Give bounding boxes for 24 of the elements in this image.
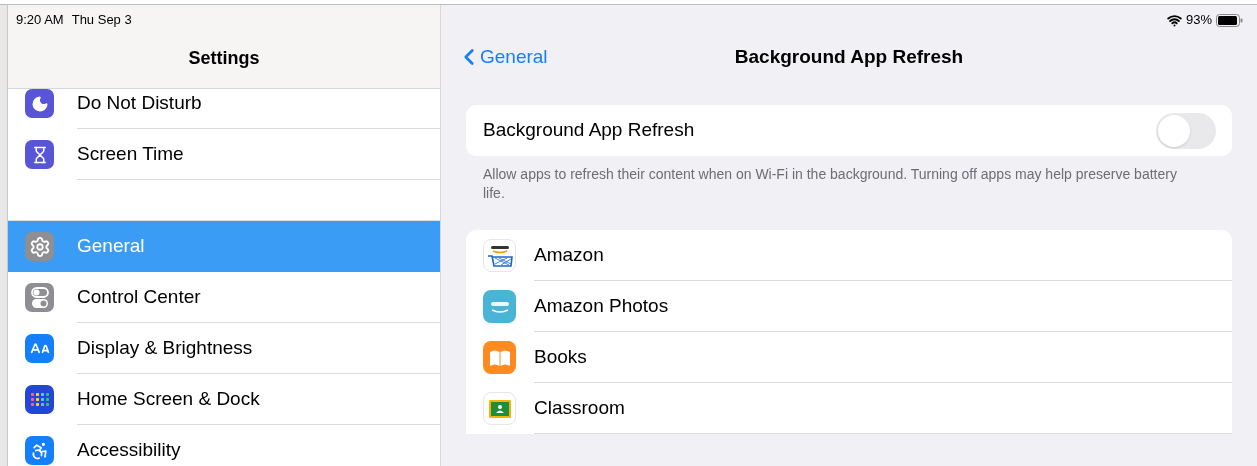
shopping-cart-icon <box>483 239 516 272</box>
footer-note: Allow apps to refresh their content when on Wi-Fi in the background. Turning off apps may help preserve battery life. <box>482 165 1178 203</box>
battery-percent: 93% <box>1185 11 1212 30</box>
wifi-icon <box>1166 12 1182 28</box>
app-grid-icon <box>25 385 54 414</box>
status-date: Thu Sep 3 <box>71 11 132 30</box>
toggle-label: Background App Refresh <box>483 118 695 143</box>
app-row[interactable]: Amazon <box>483 230 1232 281</box>
switches-icon <box>25 283 54 312</box>
settings-icon <box>25 232 54 261</box>
book-icon <box>483 341 516 374</box>
app-row[interactable]: Books <box>483 332 1232 383</box>
status-time: 9:20 AM <box>16 11 64 30</box>
sidebar-title: Settings <box>188 47 260 70</box>
app-row[interactable]: Amazon Photos <box>483 281 1232 332</box>
page-title: Background App Refresh <box>734 44 964 69</box>
toggle-switch[interactable] <box>1156 112 1216 149</box>
battery-icon <box>1216 13 1243 27</box>
app-row[interactable]: Classroom <box>483 383 1232 434</box>
classroom-board-icon <box>483 392 516 425</box>
photos-icon <box>483 290 516 323</box>
hourglass-icon <box>25 140 54 169</box>
text-size-icon <box>25 334 54 363</box>
accessibility-icon <box>25 436 54 465</box>
